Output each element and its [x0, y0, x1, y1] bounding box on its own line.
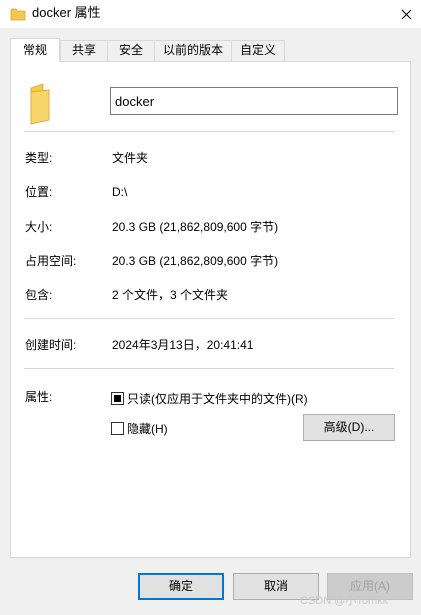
contains-value: 2 个文件，3 个文件夹	[112, 288, 229, 302]
size-on-disk-label: 占用空间:	[25, 254, 77, 268]
separator	[24, 131, 394, 132]
type-value: 文件夹	[112, 151, 149, 165]
size-value: 20.3 GB (21,862,809,600 字节)	[112, 220, 279, 234]
separator	[24, 318, 394, 319]
large-folder-icon	[30, 83, 50, 125]
window-title: docker 属性	[32, 5, 101, 20]
ok-button[interactable]: 确定	[138, 573, 224, 600]
tab-previous-versions[interactable]: 以前的版本	[154, 40, 232, 61]
general-panel: 类型: 文件夹 位置: D:\ 大小: 20.3 GB (21,862,809,…	[10, 61, 411, 558]
folder-icon	[10, 8, 26, 21]
size-label: 大小:	[25, 220, 53, 234]
readonly-label[interactable]: 只读(仅应用于文件夹中的文件)(R)	[127, 392, 308, 406]
tab-general[interactable]: 常规	[10, 38, 60, 62]
created-label: 创建时间:	[25, 338, 77, 352]
title-bar: docker 属性	[0, 0, 421, 28]
tab-sharing[interactable]: 共享	[60, 40, 108, 61]
attributes-label: 属性:	[25, 390, 53, 404]
created-value: 2024年3月13日，20:41:41	[112, 338, 254, 352]
tab-security[interactable]: 安全	[107, 40, 155, 61]
close-button[interactable]	[391, 0, 421, 28]
size-on-disk-value: 20.3 GB (21,862,809,600 字节)	[112, 254, 279, 268]
type-label: 类型:	[25, 151, 53, 165]
watermark: CSDN @小Tomkk	[300, 595, 389, 607]
readonly-checkbox[interactable]	[111, 392, 124, 405]
close-icon	[401, 9, 411, 19]
tab-customize[interactable]: 自定义	[231, 40, 285, 61]
advanced-button[interactable]: 高级(D)...	[303, 414, 395, 441]
hidden-label[interactable]: 隐藏(H)	[127, 422, 168, 436]
contains-label: 包含:	[25, 288, 53, 302]
folder-name-input[interactable]	[110, 87, 398, 115]
hidden-checkbox[interactable]	[111, 422, 124, 435]
location-label: 位置:	[25, 185, 53, 199]
separator	[24, 368, 394, 369]
location-value: D:\	[112, 185, 128, 199]
